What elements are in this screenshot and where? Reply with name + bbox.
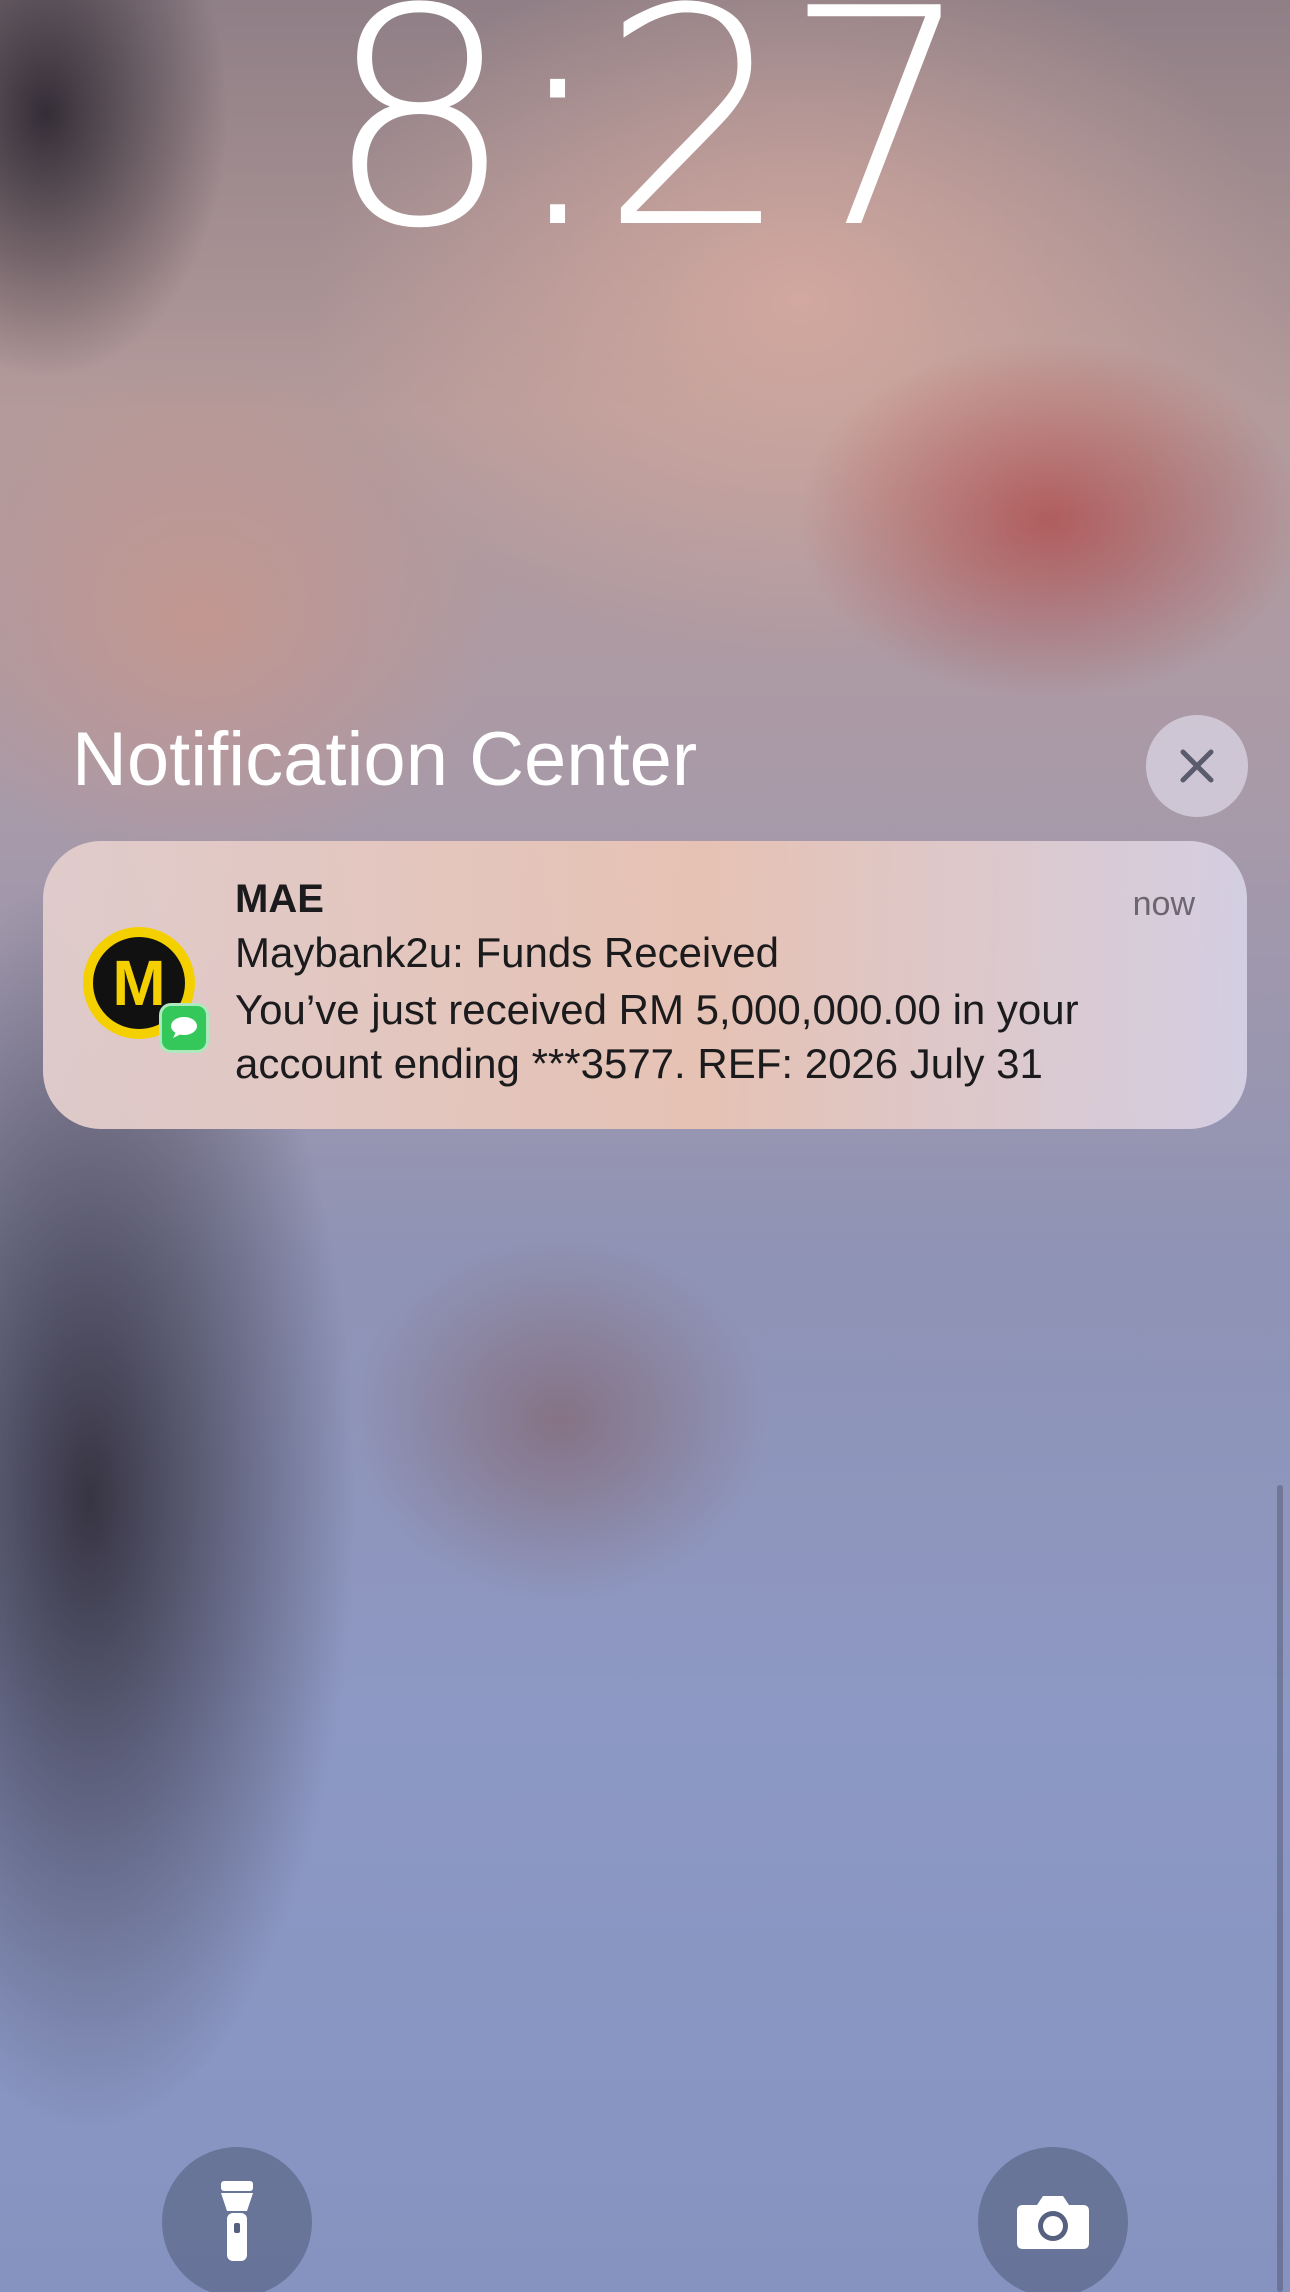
notification-center-title: Notification Center <box>72 717 698 802</box>
lock-screen: 8:27 Notification Center M MAE now Mayba… <box>0 0 1290 2292</box>
notification-time: now <box>1132 885 1195 923</box>
scroll-indicator <box>1277 1485 1283 2292</box>
flashlight-icon <box>221 2181 253 2261</box>
notification-center-close-button[interactable] <box>1146 715 1248 817</box>
camera-button[interactable] <box>978 2147 1128 2292</box>
lock-screen-clock: 8:27 <box>324 0 974 294</box>
flashlight-button[interactable] <box>162 2147 312 2292</box>
close-icon <box>1180 749 1214 783</box>
camera-icon <box>1017 2196 1089 2249</box>
notification-card[interactable]: M MAE now Maybank2u: Funds Received You’… <box>43 841 1247 1129</box>
notification-app-name: MAE <box>235 877 324 921</box>
messages-icon <box>159 1003 209 1053</box>
notification-title: Maybank2u: Funds Received <box>235 929 779 976</box>
app-icon-letter: M <box>112 947 166 1019</box>
notification-body: You’ve just received RM 5,000,000.00 in … <box>235 986 1079 1087</box>
